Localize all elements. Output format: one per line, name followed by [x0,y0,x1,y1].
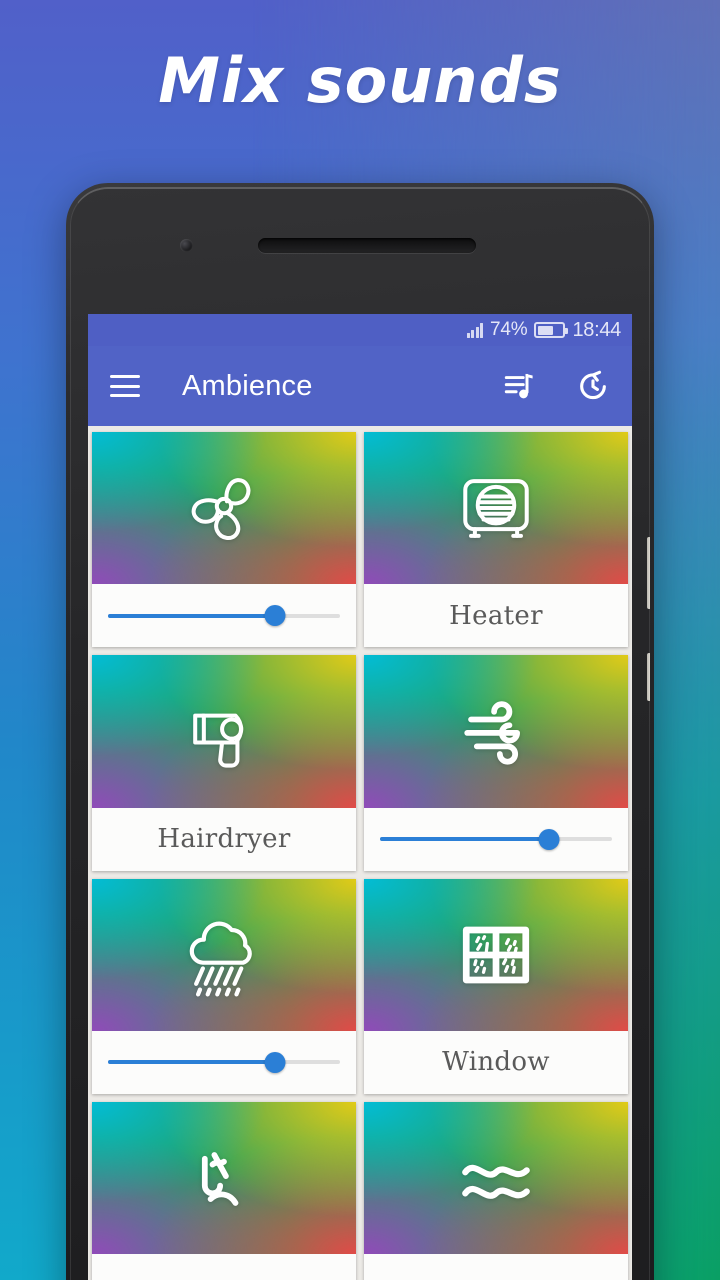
phone-screen: 74% 18:44 Ambience Heater Hairdryer Wind… [88,314,632,1280]
slider-knob[interactable] [538,828,560,850]
waves-icon [462,1164,530,1199]
signal-bars-icon [466,322,483,338]
phone-bezel: 74% 18:44 Ambience Heater Hairdryer Wind… [70,187,650,1280]
app-bar-title: Ambience [182,369,313,402]
sound-card-partial-right[interactable] [364,1101,628,1280]
card-artwork [92,655,356,808]
card-footer [92,1030,356,1094]
hairdryer-icon [193,713,244,768]
slider-fill [108,613,276,618]
rain-cloud-icon [189,921,252,997]
sound-card-grid: Heater Hairdryer Window [88,426,632,1280]
slider-knob[interactable] [264,1051,286,1073]
card-footer [364,807,628,871]
page-title: Mix sounds [158,44,562,117]
card-artwork [92,1101,356,1254]
sound-card-heater[interactable]: Heater [364,432,628,648]
sound-card-hairdryer[interactable]: Hairdryer [92,655,356,871]
heater-icon [463,479,529,538]
earpiece-speaker-icon [258,238,476,253]
card-artwork [364,878,628,1031]
slider-knob[interactable] [264,605,286,627]
card-footer: Window [364,1030,628,1094]
sound-card-partial-left[interactable] [92,1101,356,1280]
slider-fill [108,1060,276,1065]
phone-device-frame: 74% 18:44 Ambience Heater Hairdryer Wind… [66,183,654,1280]
hamburger-menu-icon[interactable] [110,375,140,397]
card-artwork [364,432,628,585]
battery-percent-label: 74% [490,319,528,340]
sound-card-window[interactable]: Window [364,878,628,1094]
battery-icon [534,322,569,338]
volume-slider-wind[interactable] [380,828,612,850]
power-button[interactable] [647,653,650,701]
slider-fill [380,837,550,841]
card-artwork [92,432,356,585]
card-footer [92,1254,356,1280]
card-label: Heater [449,600,543,631]
volume-slider-rain[interactable] [108,1051,340,1073]
fan-icon [191,478,251,541]
app-bar: Ambience [88,346,632,426]
card-footer [92,584,356,648]
umbrella-icon [201,1151,239,1206]
sound-card-fan[interactable] [92,432,356,648]
card-artwork [92,878,356,1031]
card-label: Hairdryer [157,824,291,854]
timer-icon[interactable] [576,369,610,403]
volume-slider-fan[interactable] [108,605,340,627]
playlist-music-icon[interactable] [502,369,536,403]
card-footer: Heater [364,584,628,648]
sound-card-rain[interactable] [92,878,356,1094]
window-rain-icon [462,926,530,983]
card-footer: Hairdryer [92,807,356,871]
card-artwork [364,1101,628,1254]
front-camera-icon [180,239,193,252]
status-bar: 74% 18:44 [88,314,632,346]
card-label: Window [442,1047,550,1078]
status-clock: 18:44 [572,318,621,341]
card-artwork [364,655,628,808]
volume-button[interactable] [647,537,650,609]
sound-card-wind[interactable] [364,655,628,871]
wind-icon [464,701,520,765]
card-footer [364,1254,628,1280]
app-bar-actions [502,369,610,403]
